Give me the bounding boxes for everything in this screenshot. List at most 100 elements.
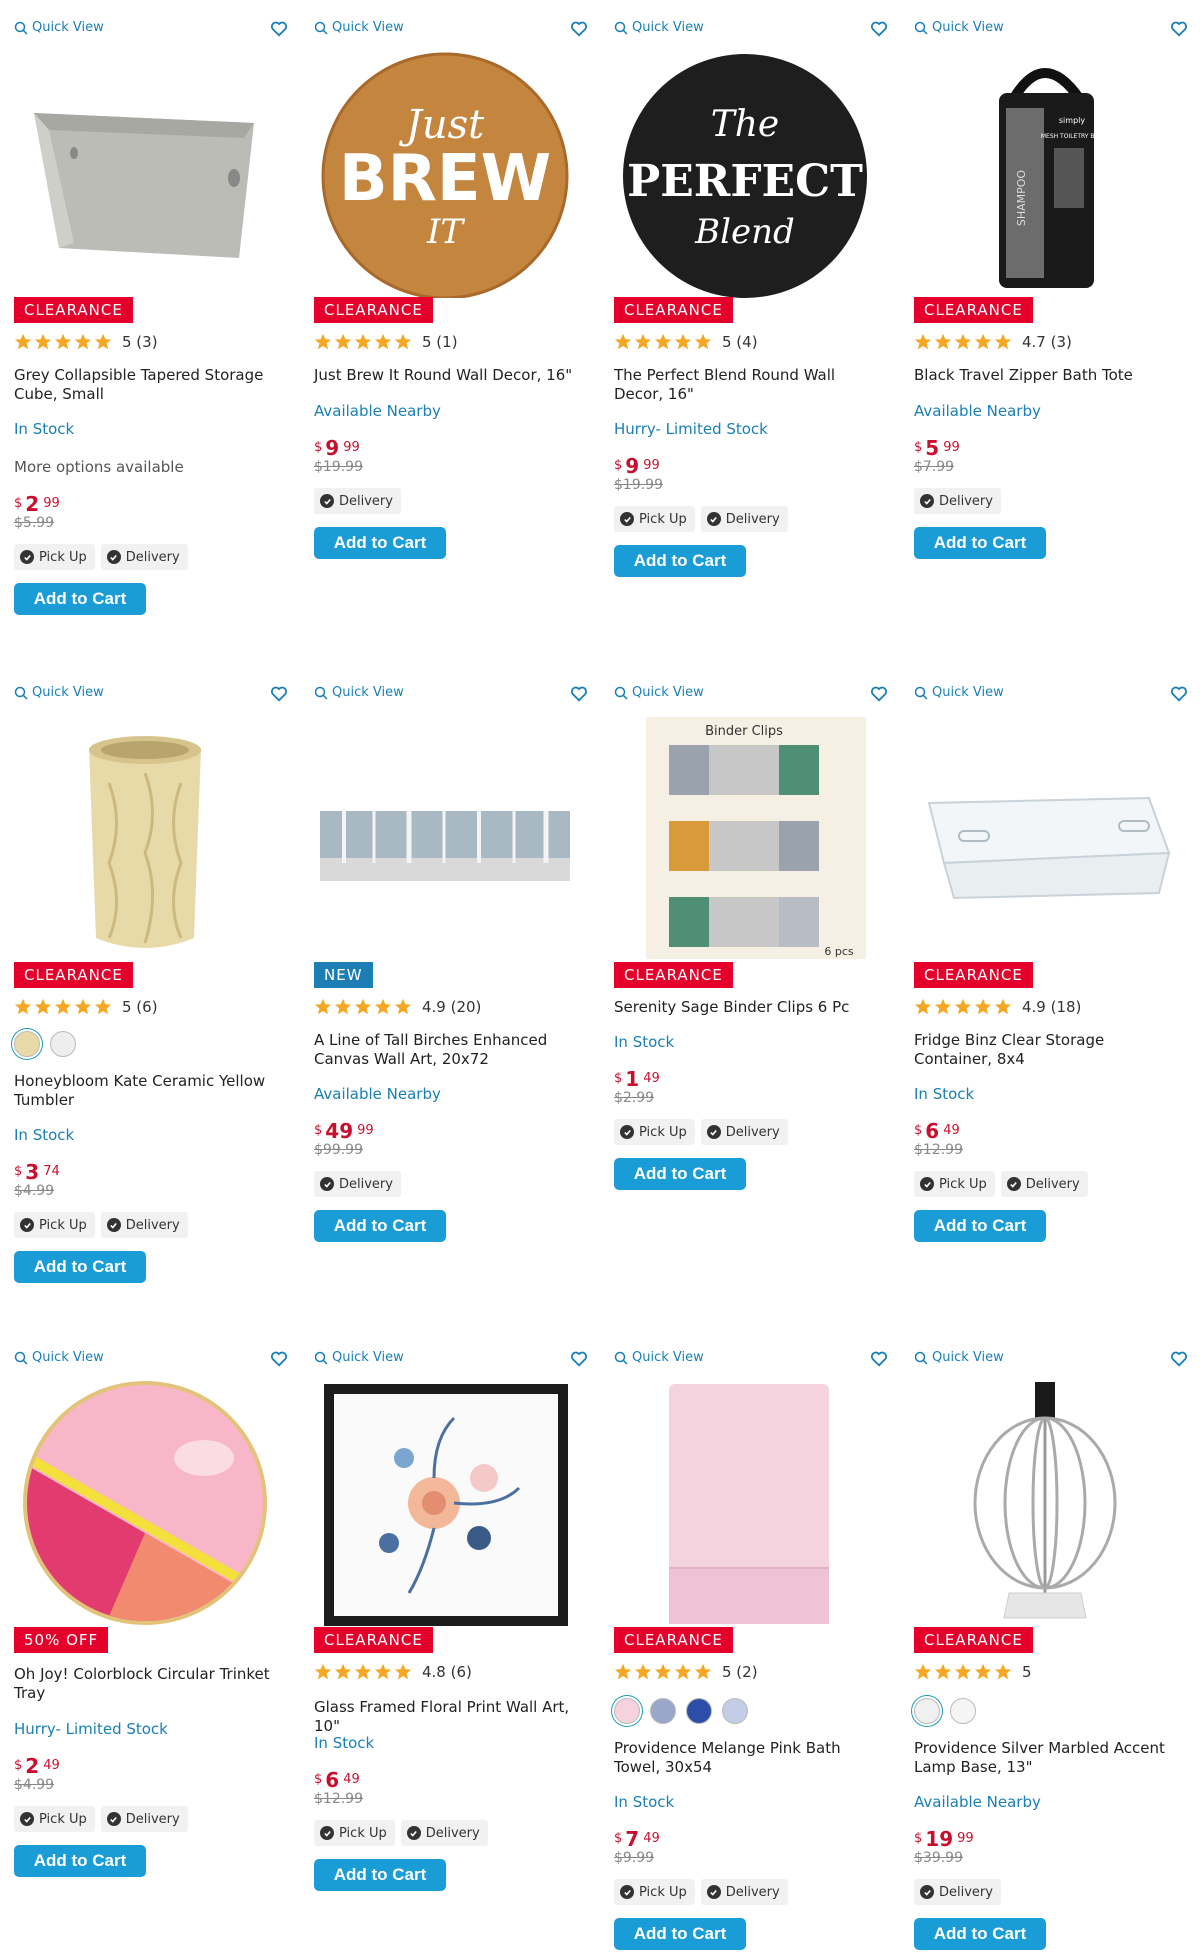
quick-view-link[interactable]: Quick View: [314, 20, 404, 35]
add-to-cart-button[interactable]: Add to Cart: [14, 1251, 146, 1283]
pickup-chip[interactable]: Pick Up: [14, 544, 95, 570]
pickup-chip[interactable]: Pick Up: [614, 1879, 695, 1905]
quick-view-link[interactable]: Quick View: [914, 20, 1004, 35]
color-swatch[interactable]: [686, 1698, 712, 1724]
pickup-chip[interactable]: Pick Up: [14, 1806, 95, 1832]
delivery-chip[interactable]: Delivery: [700, 1879, 788, 1905]
quick-view-link[interactable]: Quick View: [914, 1350, 1004, 1365]
star-rating[interactable]: 5: [914, 1663, 1032, 1681]
add-to-cart-button[interactable]: Add to Cart: [914, 1210, 1046, 1242]
pickup-chip[interactable]: Pick Up: [314, 1820, 395, 1846]
color-swatch[interactable]: [722, 1698, 748, 1724]
add-to-cart-button[interactable]: Add to Cart: [314, 1859, 446, 1891]
product-title[interactable]: A Line of Tall Birches Enhanced Canvas W…: [314, 1031, 584, 1069]
product-title[interactable]: Serenity Sage Binder Clips 6 Pc: [614, 998, 884, 1017]
delivery-chip[interactable]: Delivery: [914, 1879, 1001, 1905]
heart-icon[interactable]: [570, 685, 588, 703]
product-title[interactable]: Providence Silver Marbled Accent Lamp Ba…: [914, 1739, 1184, 1777]
quick-view-link[interactable]: Quick View: [614, 1350, 704, 1365]
star-rating[interactable]: 5 (3): [14, 333, 158, 351]
product-title[interactable]: Glass Framed Floral Print Wall Art, 10": [314, 1698, 584, 1736]
quick-view-link[interactable]: Quick View: [14, 685, 104, 700]
delivery-chip[interactable]: Delivery: [314, 1171, 401, 1197]
add-to-cart-button[interactable]: Add to Cart: [914, 1918, 1046, 1950]
product-image[interactable]: [314, 713, 576, 963]
quick-view-link[interactable]: Quick View: [14, 1350, 104, 1365]
pickup-chip[interactable]: Pick Up: [614, 506, 695, 532]
add-to-cart-button[interactable]: Add to Cart: [614, 1918, 746, 1950]
add-to-cart-button[interactable]: Add to Cart: [314, 1210, 446, 1242]
product-image[interactable]: [314, 1378, 576, 1628]
star-rating[interactable]: 4.9 (18): [914, 998, 1081, 1016]
product-title[interactable]: Grey Collapsible Tapered Storage Cube, S…: [14, 366, 284, 404]
star-rating[interactable]: 5 (6): [14, 998, 158, 1016]
pickup-chip[interactable]: Pick Up: [914, 1171, 995, 1197]
heart-icon[interactable]: [870, 685, 888, 703]
heart-icon[interactable]: [1170, 685, 1188, 703]
add-to-cart-button[interactable]: Add to Cart: [14, 583, 146, 615]
delivery-chip[interactable]: Delivery: [314, 488, 401, 514]
quick-view-link[interactable]: Quick View: [314, 1350, 404, 1365]
heart-icon[interactable]: [870, 20, 888, 38]
color-swatch[interactable]: [650, 1698, 676, 1724]
product-image[interactable]: [14, 48, 276, 298]
color-swatch[interactable]: [914, 1698, 940, 1724]
delivery-chip[interactable]: Delivery: [914, 488, 1001, 514]
star-rating[interactable]: 5 (1): [314, 333, 458, 351]
delivery-chip[interactable]: Delivery: [400, 1820, 488, 1846]
quick-view-link[interactable]: Quick View: [614, 20, 704, 35]
product-title[interactable]: Fridge Binz Clear Storage Container, 8x4: [914, 1031, 1184, 1069]
add-to-cart-button[interactable]: Add to Cart: [914, 527, 1046, 559]
star-rating[interactable]: 4.8 (6): [314, 1663, 472, 1681]
add-to-cart-button[interactable]: Add to Cart: [14, 1845, 146, 1877]
heart-icon[interactable]: [1170, 20, 1188, 38]
add-to-cart-button[interactable]: Add to Cart: [614, 1158, 746, 1190]
heart-icon[interactable]: [270, 1350, 288, 1368]
quick-view-link[interactable]: Quick View: [14, 20, 104, 35]
color-swatch[interactable]: [614, 1698, 640, 1724]
quick-view-link[interactable]: Quick View: [314, 685, 404, 700]
product-title[interactable]: The Perfect Blend Round Wall Decor, 16": [614, 366, 884, 404]
discount-badge: 50% OFF: [14, 1627, 109, 1653]
star-rating[interactable]: 4.9 (20): [314, 998, 481, 1016]
delivery-chip[interactable]: Delivery: [100, 1212, 188, 1238]
product-image[interactable]: SHAMPOO simply MESH TOILETRY BAG: [914, 48, 1176, 298]
product-image[interactable]: [914, 713, 1176, 963]
product-title[interactable]: Just Brew It Round Wall Decor, 16": [314, 366, 584, 385]
star-rating[interactable]: 4.7 (3): [914, 333, 1072, 351]
product-title[interactable]: Black Travel Zipper Bath Tote: [914, 366, 1184, 385]
heart-icon[interactable]: [870, 1350, 888, 1368]
heart-icon[interactable]: [570, 20, 588, 38]
heart-icon[interactable]: [270, 685, 288, 703]
star-rating[interactable]: 5 (2): [614, 1663, 758, 1681]
product-image[interactable]: [914, 1378, 1176, 1628]
product-image[interactable]: The PERFECT Blend: [614, 48, 876, 298]
color-swatch[interactable]: [50, 1031, 76, 1057]
add-to-cart-button[interactable]: Add to Cart: [614, 545, 746, 577]
color-swatch[interactable]: [14, 1031, 40, 1057]
quick-view-link[interactable]: Quick View: [914, 685, 1004, 700]
pickup-chip[interactable]: Pick Up: [614, 1119, 695, 1145]
product-image[interactable]: Binder Clips 6 pcs: [614, 713, 876, 963]
heart-icon[interactable]: [1170, 1350, 1188, 1368]
delivery-chip[interactable]: Delivery: [100, 1806, 188, 1832]
product-title[interactable]: Providence Melange Pink Bath Towel, 30x5…: [614, 1739, 884, 1777]
add-to-cart-button[interactable]: Add to Cart: [314, 527, 446, 559]
pickup-chip[interactable]: Pick Up: [14, 1212, 95, 1238]
delivery-chip[interactable]: Delivery: [700, 1119, 788, 1145]
quick-view-link[interactable]: Quick View: [614, 685, 704, 700]
more-options-text[interactable]: More options available: [14, 458, 184, 476]
product-title[interactable]: Honeybloom Kate Ceramic Yellow Tumbler: [14, 1072, 284, 1110]
color-swatch[interactable]: [950, 1698, 976, 1724]
product-image[interactable]: Just BREW IT: [314, 48, 576, 298]
heart-icon[interactable]: [570, 1350, 588, 1368]
product-title[interactable]: Oh Joy! Colorblock Circular Trinket Tray: [14, 1665, 284, 1703]
product-image[interactable]: [614, 1378, 876, 1628]
delivery-chip[interactable]: Delivery: [700, 506, 788, 532]
product-image[interactable]: [14, 1378, 276, 1628]
product-image[interactable]: [14, 713, 276, 963]
delivery-chip[interactable]: Delivery: [1000, 1171, 1088, 1197]
delivery-chip[interactable]: Delivery: [100, 544, 188, 570]
star-rating[interactable]: 5 (4): [614, 333, 758, 351]
heart-icon[interactable]: [270, 20, 288, 38]
